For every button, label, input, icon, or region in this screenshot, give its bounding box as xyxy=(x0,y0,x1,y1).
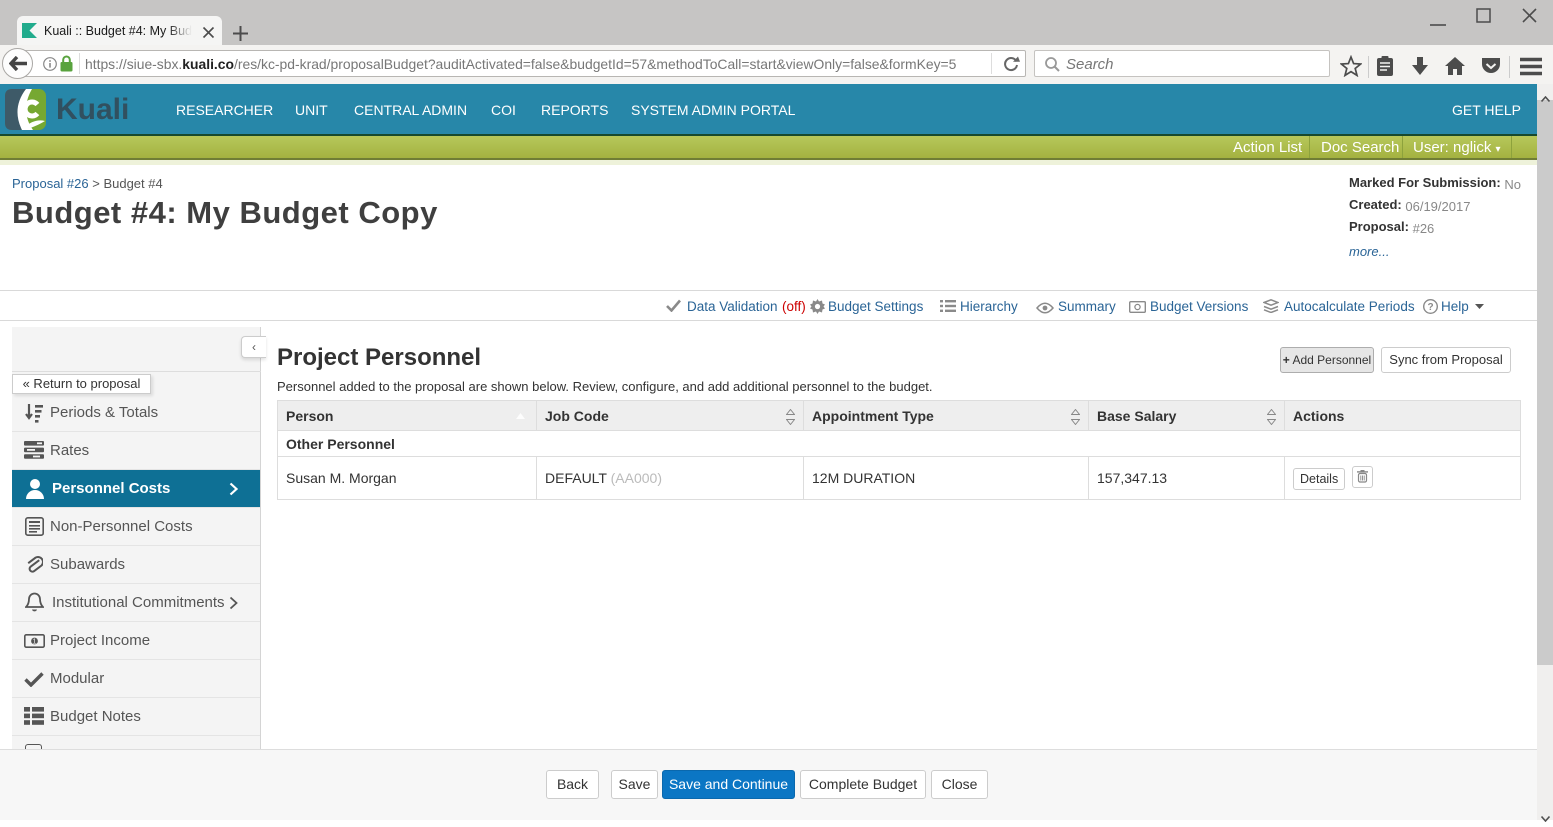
svg-text:?: ? xyxy=(1427,302,1433,313)
svg-text:1: 1 xyxy=(33,639,37,646)
